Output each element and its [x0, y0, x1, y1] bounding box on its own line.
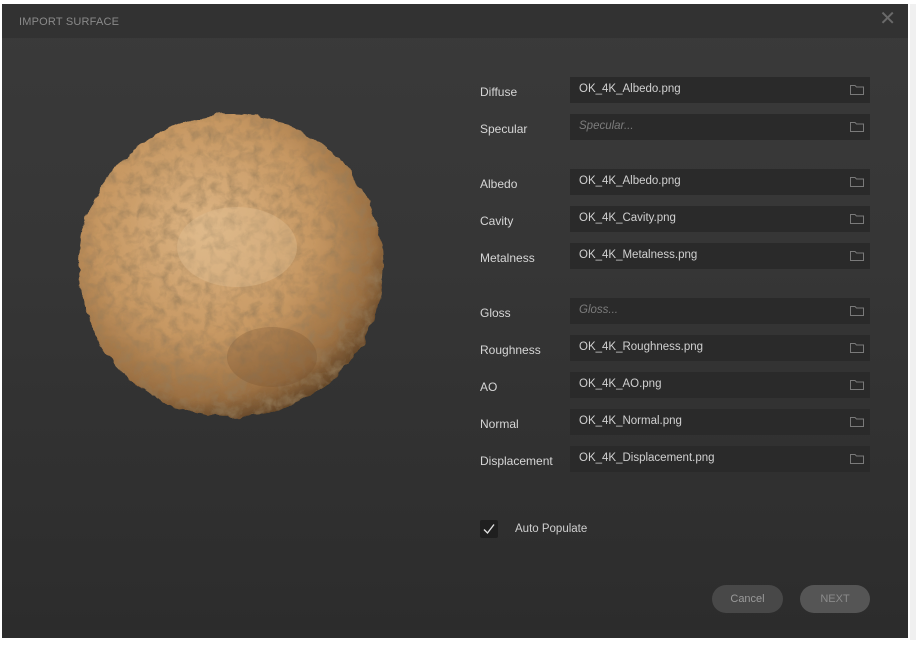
map-label-albedo: Albedo	[480, 177, 518, 191]
dialog-title: IMPORT SURFACE	[19, 16, 120, 28]
next-button[interactable]: NEXT	[800, 585, 870, 613]
cancel-button[interactable]: Cancel	[712, 585, 783, 613]
folder-icon[interactable]	[850, 342, 864, 353]
map-field-value: OK_4K_Albedo.png	[579, 175, 681, 187]
map-label-gloss: Gloss	[480, 306, 511, 320]
material-sphere-preview	[79, 114, 383, 418]
map-field-albedo[interactable]: OK_4K_Albedo.png	[570, 169, 870, 195]
map-field-cavity[interactable]: OK_4K_Cavity.png	[570, 206, 870, 232]
folder-icon[interactable]	[850, 379, 864, 390]
map-field-diffuse[interactable]: OK_4K_Albedo.png	[570, 77, 870, 103]
title-bar: IMPORT SURFACE ✕	[2, 4, 908, 38]
map-field-value: OK_4K_Normal.png	[579, 415, 682, 427]
import-surface-dialog: IMPORT SURFACE ✕ Diffuse OK_4K_Albedo.pn…	[2, 4, 908, 638]
auto-populate-label: Auto Populate	[515, 523, 588, 535]
map-field-value: Specular...	[579, 120, 634, 132]
map-field-specular[interactable]: Specular...	[570, 114, 870, 140]
map-field-value: OK_4K_Roughness.png	[579, 341, 704, 353]
map-label-metalness: Metalness	[480, 251, 535, 265]
folder-icon[interactable]	[850, 453, 864, 464]
map-field-value: OK_4K_Albedo.png	[579, 83, 681, 95]
map-field-roughness[interactable]: OK_4K_Roughness.png	[570, 335, 870, 361]
map-field-value: OK_4K_Displacement.png	[579, 452, 715, 464]
folder-icon[interactable]	[850, 416, 864, 427]
map-field-metalness[interactable]: OK_4K_Metalness.png	[570, 243, 870, 269]
auto-populate-checkbox[interactable]	[480, 520, 498, 538]
map-label-displacement: Displacement	[480, 454, 553, 468]
map-field-ao[interactable]: OK_4K_AO.png	[570, 372, 870, 398]
map-field-value: OK_4K_Metalness.png	[579, 249, 698, 261]
folder-icon[interactable]	[850, 121, 864, 132]
map-label-normal: Normal	[480, 417, 519, 431]
folder-icon[interactable]	[850, 250, 864, 261]
map-field-gloss[interactable]: Gloss...	[570, 298, 870, 324]
window-edge	[910, 4, 916, 640]
map-label-cavity: Cavity	[480, 214, 514, 228]
map-field-value: OK_4K_Cavity.png	[579, 212, 676, 224]
folder-icon[interactable]	[850, 305, 864, 316]
map-field-value: OK_4K_AO.png	[579, 378, 662, 390]
folder-icon[interactable]	[850, 84, 864, 95]
close-icon[interactable]: ✕	[879, 7, 896, 31]
map-label-diffuse: Diffuse	[480, 85, 518, 99]
map-label-specular: Specular	[480, 122, 528, 136]
folder-icon[interactable]	[850, 213, 864, 224]
map-field-normal[interactable]: OK_4K_Normal.png	[570, 409, 870, 435]
map-label-roughness: Roughness	[480, 343, 541, 357]
map-field-displacement[interactable]: OK_4K_Displacement.png	[570, 446, 870, 472]
folder-icon[interactable]	[850, 176, 864, 187]
map-field-value: Gloss...	[579, 304, 618, 316]
map-label-ao: AO	[480, 380, 498, 394]
checkmark-icon	[483, 524, 495, 535]
